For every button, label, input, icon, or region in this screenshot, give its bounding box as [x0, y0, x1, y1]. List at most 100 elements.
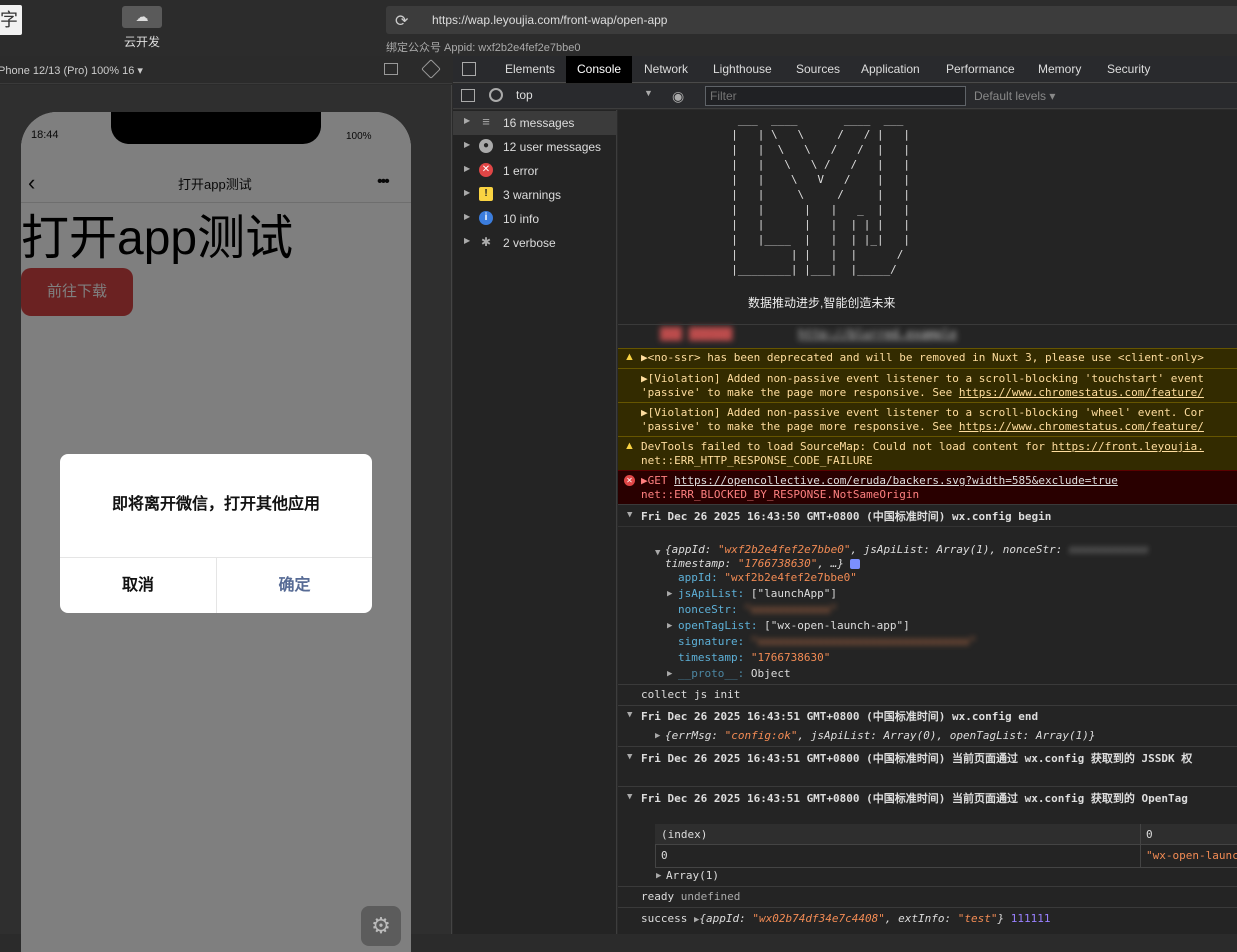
array-preview[interactable]: Array(1)	[666, 869, 719, 882]
prop-opentaglist[interactable]: openTagList: ["wx-open-launch-app"]	[678, 619, 910, 632]
source-link[interactable]: https://opencollective.com/eruda/backers…	[674, 474, 1118, 487]
table-column-divider	[1140, 824, 1141, 868]
cloud-icon[interactable]: ☁	[122, 6, 162, 28]
gear-icon[interactable]: ⚙	[361, 906, 401, 946]
log-text: 'passive' to make the page more responsi…	[641, 386, 1204, 399]
prop-appid: appId: "wxf2b2e4fef2e7bbe0"	[678, 571, 857, 584]
collapse-arrow-icon[interactable]: ▼	[627, 752, 632, 762]
sidebar-item-messages[interactable]: ▶ ≡ 16 messages	[453, 111, 617, 135]
expand-arrow-icon[interactable]: ▶	[464, 236, 470, 245]
log-levels-select[interactable]: Default levels ▾	[974, 89, 1055, 103]
context-select[interactable]: top	[516, 88, 656, 104]
expand-arrow-icon[interactable]: ▶	[667, 589, 672, 599]
prop-key: openTagList:	[678, 619, 765, 632]
table-header-cell[interactable]: 0	[1146, 828, 1153, 841]
expand-arrow-icon[interactable]: ▶	[656, 871, 661, 881]
object-preview[interactable]: {errMsg: "config:ok", jsApiList: Array(0…	[665, 729, 1095, 742]
sidebar-item-label: 10 info	[503, 212, 540, 226]
log-text: 'passive' to make the page more responsi…	[641, 420, 1204, 433]
obj-text[interactable]: {appId:	[699, 912, 752, 925]
blurred-text: xxxxxxxxxxxx	[1068, 543, 1149, 556]
cancel-button[interactable]: 取消	[60, 558, 216, 613]
prop-value: ["wx-open-launch-app"]	[764, 619, 910, 632]
filter-input[interactable]	[705, 86, 966, 106]
sidebar-item-info[interactable]: ▶ i 10 info	[453, 207, 617, 231]
sidebar-toggle-icon[interactable]	[461, 89, 475, 102]
sidebar-item-warnings[interactable]: ▶ ! 3 warnings	[453, 183, 617, 207]
log-group-title[interactable]: Fri Dec 26 2025 16:43:51 GMT+0800 (中国标准时…	[641, 790, 1188, 806]
expand-arrow-icon[interactable]: ▼	[655, 548, 660, 558]
eye-icon[interactable]: ◉	[672, 88, 684, 105]
expand-arrow-icon[interactable]: ▶	[667, 621, 672, 631]
info-badge-icon[interactable]	[850, 559, 861, 569]
tab-performance[interactable]: Performance	[946, 62, 1015, 76]
log-group-title[interactable]: Fri Dec 26 2025 16:43:51 GMT+0800 (中国标准时…	[641, 750, 1192, 766]
tab-application[interactable]: Application	[861, 62, 920, 76]
row-divider	[618, 526, 1237, 527]
expand-arrow-icon[interactable]: ▶	[464, 164, 470, 173]
error-icon: ✕	[624, 475, 635, 486]
sidebar-item-errors[interactable]: ▶ ✕ 1 error	[453, 159, 617, 183]
row-divider	[618, 886, 1237, 887]
log-line-success: success ▶{appId: "wx02b74df34e7c4408", e…	[641, 912, 1050, 925]
row-divider	[618, 907, 1237, 908]
error-icon: ✕	[479, 163, 493, 177]
prop-proto[interactable]: __proto__: Object	[678, 667, 791, 680]
prop-key: __proto__:	[678, 667, 751, 680]
collapse-arrow-icon[interactable]: ▼	[627, 510, 632, 520]
expand-arrow-icon[interactable]: ▶	[464, 188, 470, 197]
appid-label: 绑定公众号 Appid: wxf2b2e4fef2e7bbe0	[386, 42, 581, 54]
blurred-link[interactable]: http://blurred.example	[798, 327, 957, 341]
prop-jsapilist[interactable]: jsApiList: ["launchApp"]	[678, 587, 837, 600]
prop-value: ["launchApp"]	[750, 587, 837, 600]
source-link[interactable]: https://www.chromestatus.com/feature/	[959, 420, 1204, 433]
source-link[interactable]: https://front.leyoujia.	[1052, 440, 1204, 453]
prop-value: "1766738630"	[750, 651, 831, 664]
log-text-part: ▶GET	[641, 474, 675, 487]
screenshot-icon[interactable]	[384, 63, 398, 75]
chevron-down-icon[interactable]: ▼	[644, 88, 653, 98]
obj-text: timestamp:	[665, 557, 738, 570]
tab-sources[interactable]: Sources	[796, 62, 840, 76]
row-divider	[618, 324, 1237, 325]
tab-security[interactable]: Security	[1107, 62, 1150, 76]
warning-icon: ▲	[624, 440, 635, 452]
prop-noncestr: nonceStr: "xxxxxxxxxxxx"	[678, 603, 837, 616]
expand-arrow-icon[interactable]: ▶	[667, 669, 672, 679]
table-header-cell[interactable]: (index)	[661, 828, 707, 841]
log-group-title[interactable]: Fri Dec 26 2025 16:43:51 GMT+0800 (中国标准时…	[641, 708, 1038, 724]
source-link[interactable]: https://www.chromestatus.com/feature/	[959, 386, 1204, 399]
prop-timestamp: timestamp: "1766738630"	[678, 651, 830, 664]
warning-icon: ▲	[624, 351, 635, 363]
collapse-arrow-icon[interactable]: ▼	[627, 792, 632, 802]
row-divider	[618, 746, 1237, 747]
clear-console-icon[interactable]	[489, 88, 503, 102]
app-logo[interactable]: 字	[0, 5, 22, 35]
tab-console[interactable]: Console	[577, 62, 621, 76]
object-preview[interactable]: {appId: "wxf2b2e4fef2e7bbe0", jsApiList:…	[665, 543, 1148, 556]
sidebar-item-label: 1 error	[503, 164, 539, 178]
sidebar-item-verbose[interactable]: ▶ ✱ 2 verbose	[453, 231, 617, 255]
log-text-part: DevTools failed to load SourceMap: Could…	[641, 440, 1052, 453]
log-group-title[interactable]: Fri Dec 26 2025 16:43:50 GMT+0800 (中国标准时…	[641, 508, 1051, 524]
obj-text: , jsApiList: Array(1), nonceStr:	[850, 543, 1069, 556]
reload-icon[interactable]: ⟳	[395, 11, 408, 31]
device-select[interactable]: Phone 12/13 (Pro) 100% 16 ▾	[0, 64, 143, 77]
tab-network[interactable]: Network	[644, 62, 688, 76]
tab-lighthouse[interactable]: Lighthouse	[713, 62, 772, 76]
inspect-icon[interactable]	[462, 62, 476, 76]
sidebar-item-label: 12 user messages	[503, 140, 602, 154]
confirm-button[interactable]: 确定	[217, 558, 372, 613]
expand-arrow-icon[interactable]: ▶	[464, 140, 470, 149]
log-text: ▶[Violation] Added non-passive event lis…	[641, 372, 1204, 385]
url-text[interactable]: https://wap.leyoujia.com/front-wap/open-…	[432, 13, 667, 27]
expand-arrow-icon[interactable]: ▶	[464, 116, 470, 125]
sidebar-item-user-messages[interactable]: ▶ ● 12 user messages	[453, 135, 617, 159]
expand-arrow-icon[interactable]: ▶	[655, 731, 660, 741]
cloud-dev-label[interactable]: 云开发	[124, 33, 160, 50]
log-text: ready	[641, 890, 675, 903]
tab-memory[interactable]: Memory	[1038, 62, 1081, 76]
tab-elements[interactable]: Elements	[505, 62, 555, 76]
collapse-arrow-icon[interactable]: ▼	[627, 710, 632, 720]
expand-arrow-icon[interactable]: ▶	[464, 212, 470, 221]
